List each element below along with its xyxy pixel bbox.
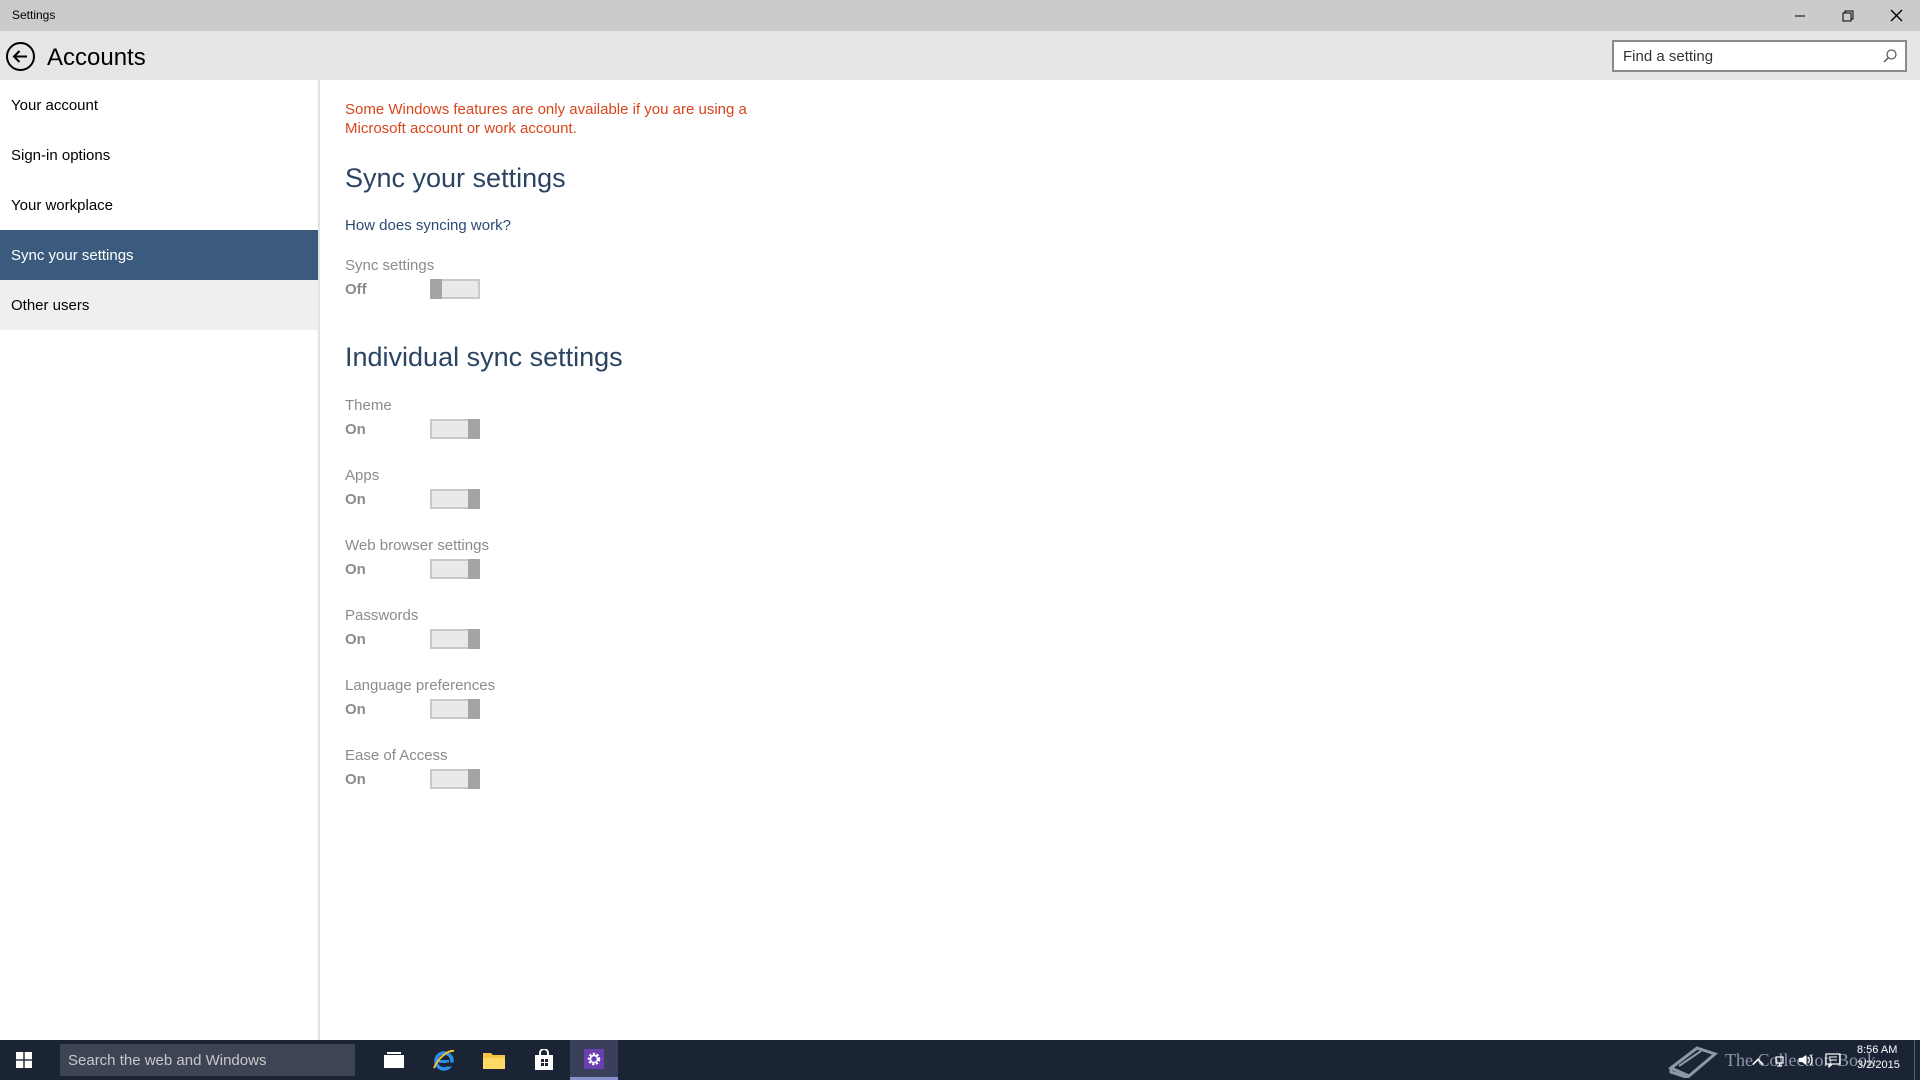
- setting-label: Sync settings: [345, 257, 435, 274]
- taskbar-search-box[interactable]: [60, 1044, 355, 1076]
- file-explorer-button[interactable]: [470, 1040, 518, 1080]
- system-clock[interactable]: 8:56 AM 3/2/2015: [1857, 1043, 1900, 1073]
- restore-icon: [1842, 10, 1854, 21]
- gear-icon: [584, 1048, 604, 1069]
- header: Accounts: [0, 31, 1920, 80]
- sidebar-item-your-workplace[interactable]: Your workplace: [0, 180, 318, 230]
- toggle-knob: [468, 629, 480, 649]
- minimize-button[interactable]: [1776, 0, 1824, 31]
- close-icon: [1890, 9, 1902, 22]
- window-controls: [1776, 0, 1920, 31]
- taskbar: [0, 1040, 1920, 1080]
- sidebar-item-sync-your-settings[interactable]: Sync your settings: [0, 230, 318, 280]
- individual-section-title: Individual sync settings: [345, 342, 623, 372]
- toggle-knob: [468, 699, 480, 719]
- sidebar-item-sign-in-options[interactable]: Sign-in options: [0, 130, 318, 180]
- search-icon[interactable]: [1882, 48, 1898, 64]
- notifications-icon[interactable]: [1825, 1052, 1841, 1068]
- setting-label: Language preferences: [345, 677, 496, 694]
- language-preferences-setting: Language preferences On: [345, 677, 545, 722]
- setting-state: On: [345, 491, 366, 508]
- toggle-knob: [468, 769, 480, 789]
- settings-app-button[interactable]: [570, 1040, 618, 1080]
- sidebar-item-your-account[interactable]: Your account: [0, 80, 318, 130]
- setting-state: On: [345, 701, 366, 718]
- toggle-knob: [468, 489, 480, 509]
- page-title: Accounts: [47, 44, 146, 71]
- sidebar: Your account Sign-in options Your workpl…: [0, 80, 320, 1040]
- setting-state: Off: [345, 281, 367, 298]
- minimize-icon: [1795, 15, 1805, 16]
- web-browser-toggle[interactable]: [430, 559, 480, 579]
- setting-state: On: [345, 771, 366, 788]
- network-icon[interactable]: [1774, 1052, 1790, 1068]
- apps-setting: Apps On: [345, 467, 545, 512]
- search-box[interactable]: [1612, 40, 1907, 72]
- setting-state: On: [345, 631, 366, 648]
- internet-explorer-button[interactable]: [420, 1040, 468, 1080]
- setting-label: Theme: [345, 397, 392, 414]
- sync-settings-setting: Sync settings Off: [345, 257, 545, 302]
- how-syncing-works-link[interactable]: How does syncing work?: [345, 217, 511, 234]
- close-button[interactable]: [1872, 0, 1920, 31]
- store-button[interactable]: [520, 1040, 568, 1080]
- toggle-knob: [468, 419, 480, 439]
- window-title: Settings: [12, 8, 56, 22]
- theme-toggle[interactable]: [430, 419, 480, 439]
- setting-state: On: [345, 421, 366, 438]
- sync-section-title: Sync your settings: [345, 163, 566, 193]
- setting-label: Web browser settings: [345, 537, 489, 554]
- search-input[interactable]: [1614, 42, 1905, 70]
- chevron-up-icon[interactable]: [1750, 1054, 1766, 1070]
- restore-button[interactable]: [1824, 0, 1872, 31]
- setting-label: Apps: [345, 467, 380, 484]
- folder-icon: [483, 1053, 505, 1069]
- task-view-icon: [384, 1052, 404, 1068]
- language-preferences-toggle[interactable]: [430, 699, 480, 719]
- back-arrow-icon: [6, 42, 35, 71]
- setting-label: Ease of Access: [345, 747, 448, 764]
- start-button[interactable]: [0, 1040, 48, 1080]
- ease-of-access-toggle[interactable]: [430, 769, 480, 789]
- taskbar-search-input[interactable]: [60, 1044, 355, 1076]
- passwords-toggle[interactable]: [430, 629, 480, 649]
- apps-toggle[interactable]: [430, 489, 480, 509]
- clock-time: 8:56 AM: [1857, 1044, 1898, 1056]
- windows-logo-icon: [16, 1052, 32, 1068]
- theme-setting: Theme On: [345, 397, 545, 442]
- sidebar-item-other-users[interactable]: Other users: [0, 280, 318, 330]
- book-icon: [1668, 1046, 1719, 1078]
- account-warning: Some Windows features are only available…: [345, 101, 747, 137]
- title-bar: Settings: [0, 0, 1920, 31]
- ease-of-access-setting: Ease of Access On: [345, 747, 545, 792]
- watermark: The Collection Book: [1667, 1040, 1876, 1080]
- show-desktop-button[interactable]: [1914, 1040, 1920, 1080]
- task-view-button[interactable]: [370, 1040, 418, 1080]
- web-browser-setting: Web browser settings On: [345, 537, 545, 582]
- setting-state: On: [345, 561, 366, 578]
- toggle-knob: [468, 559, 480, 579]
- back-button[interactable]: [5, 41, 36, 72]
- toggle-knob: [430, 279, 442, 299]
- clock-date: 3/2/2015: [1857, 1059, 1900, 1071]
- store-bag-icon: [535, 1049, 553, 1070]
- volume-icon[interactable]: [1797, 1052, 1813, 1068]
- passwords-setting: Passwords On: [345, 607, 545, 652]
- sync-settings-toggle[interactable]: [430, 279, 480, 299]
- internet-explorer-icon: [433, 1049, 455, 1071]
- setting-label: Passwords: [345, 607, 419, 624]
